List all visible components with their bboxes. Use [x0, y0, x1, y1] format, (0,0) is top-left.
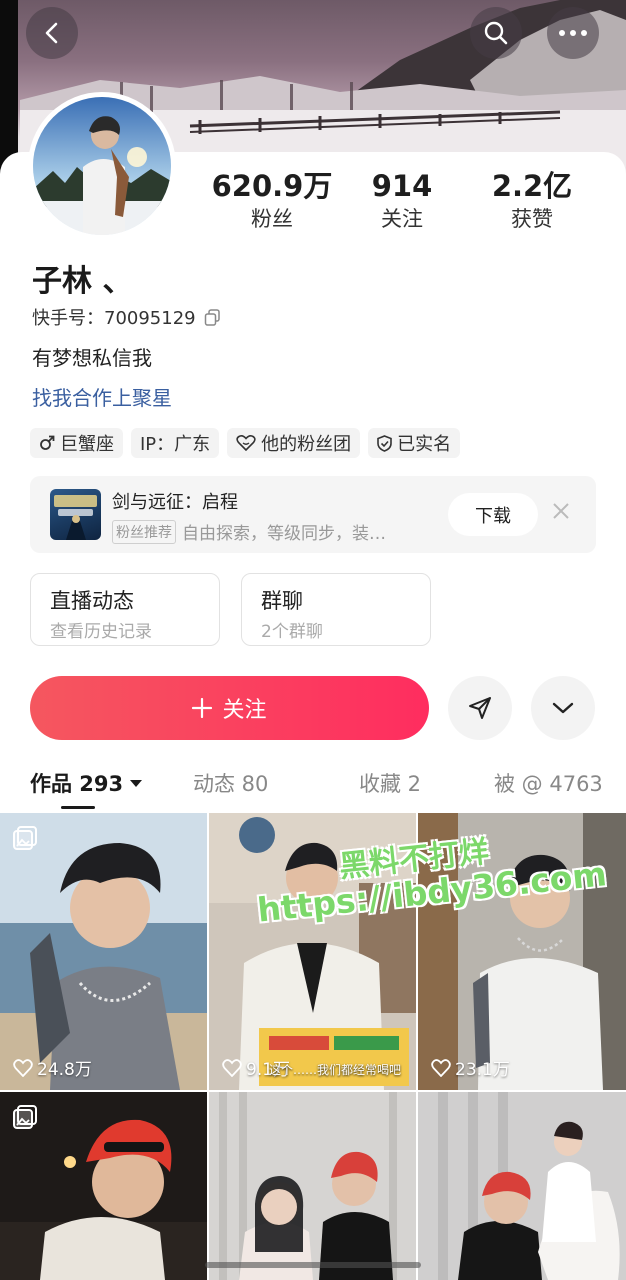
following-stat[interactable]: 914 关注 — [332, 168, 472, 234]
promo-title: 剑与远征：启程 — [112, 492, 238, 513]
download-button[interactable]: 下载 — [448, 493, 538, 536]
profile-bio: 有梦想私信我 — [32, 346, 152, 370]
likes-count: 2.2亿 — [491, 169, 573, 203]
video-tile[interactable] — [0, 1092, 207, 1280]
likes-stat[interactable]: 2.2亿 获赞 — [462, 168, 602, 234]
group-chat-box[interactable]: 群聊 2个群聊 — [241, 573, 431, 646]
back-button[interactable] — [26, 7, 78, 59]
following-label: 关注 — [381, 207, 423, 231]
close-icon[interactable] — [552, 502, 570, 520]
expand-button[interactable] — [531, 676, 595, 740]
tag-verified-text: 已实名 — [397, 434, 452, 455]
fans-count: 620.9万 — [211, 169, 333, 203]
fans-label: 粉丝 — [251, 207, 293, 231]
like-heart-icon — [222, 1058, 242, 1077]
promo-badge: 粉丝推荐 — [112, 519, 176, 544]
video-tile[interactable]: 23.1万 — [418, 813, 626, 1090]
likes-label: 获赞 — [511, 207, 553, 231]
video-thumbnail — [209, 813, 416, 1090]
like-heart-icon — [13, 1058, 33, 1077]
video-caption: 这个……我们都经常喝吧 — [269, 1063, 402, 1077]
video-likes: 24.8万 — [13, 1055, 92, 1080]
promo-subtitle: 粉丝推荐 自由探索，等级同步，装… — [112, 519, 386, 544]
tab-underline — [61, 806, 95, 809]
tag-ip-text: IP：广东 — [140, 434, 211, 455]
home-indicator[interactable] — [205, 1262, 421, 1268]
following-count: 914 — [371, 169, 433, 203]
video-likes: 23.1万 — [431, 1055, 510, 1080]
tab-moments[interactable]: 动态 80 — [193, 768, 268, 798]
video-tile[interactable] — [209, 1092, 416, 1280]
more-dots-icon — [559, 30, 587, 36]
tab-works-label: 作品 293 — [30, 772, 124, 796]
like-heart-icon — [431, 1058, 451, 1077]
video-likes-count: 24.8万 — [37, 1060, 92, 1080]
live-history-box[interactable]: 直播动态 查看历史记录 — [30, 573, 220, 646]
video-tile[interactable]: 9.1万 这个……我们都经常喝吧 — [209, 813, 416, 1090]
tag-fan-club[interactable]: 他的粉丝团 — [227, 428, 361, 458]
tab-mentions[interactable]: 被 @ 4763 — [494, 768, 603, 798]
send-message-button[interactable] — [448, 676, 512, 740]
caret-down-icon — [130, 780, 143, 787]
tag-constellation-text: 巨蟹座 — [60, 434, 114, 455]
follow-label: 关注 — [222, 698, 267, 723]
game-promo-card[interactable]: 剑与远征：启程 粉丝推荐 自由探索，等级同步，装… 下载 — [30, 476, 596, 553]
profile-tags: 巨蟹座 IP：广东 他的粉丝团 已实名 — [30, 428, 461, 458]
promo-desc: 自由探索，等级同步，装… — [182, 524, 386, 544]
content-tabs: 作品 293 动态 80 收藏 2 被 @ 4763 — [0, 762, 626, 812]
avatar-image — [33, 97, 171, 235]
tag-verified[interactable]: 已实名 — [368, 428, 461, 458]
game-icon — [50, 489, 101, 540]
live-history-title: 直播动态 — [50, 589, 134, 613]
verified-shield-icon — [377, 434, 392, 452]
video-thumbnail — [209, 1092, 416, 1280]
multi-image-icon — [13, 1105, 37, 1129]
profile-stats: 620.9万 粉丝 914 关注 2.2亿 获赞 — [200, 168, 620, 240]
tab-collections[interactable]: 收藏 2 — [359, 768, 421, 798]
profile-name: 子林 、 — [32, 264, 133, 299]
group-chat-title: 群聊 — [261, 589, 303, 613]
follow-button[interactable]: 关注 — [30, 676, 429, 740]
tag-fan-club-text: 他的粉丝团 — [261, 434, 352, 455]
video-likes-count: 23.1万 — [455, 1060, 510, 1080]
live-history-sub: 查看历史记录 — [50, 622, 152, 642]
male-icon — [40, 435, 55, 450]
tag-constellation[interactable]: 巨蟹座 — [30, 428, 123, 458]
multi-image-icon — [13, 826, 37, 850]
avatar[interactable] — [28, 92, 176, 240]
cooperation-link[interactable]: 找我合作上聚星 — [32, 382, 172, 411]
video-thumbnail — [418, 813, 626, 1090]
video-tile[interactable] — [418, 1092, 626, 1280]
video-thumbnail — [0, 813, 207, 1090]
chevron-down-icon — [552, 702, 574, 714]
copy-icon[interactable] — [204, 308, 221, 326]
tag-ip: IP：广东 — [131, 428, 220, 458]
back-arrow-icon — [45, 22, 58, 44]
heart-icon — [236, 435, 256, 451]
video-thumbnail — [418, 1092, 626, 1280]
tab-works[interactable]: 作品 293 — [30, 768, 143, 798]
video-tile[interactable]: 24.8万 — [0, 813, 207, 1090]
kuaishou-id: 快手号：70095129 — [32, 304, 221, 330]
search-button[interactable] — [470, 7, 522, 59]
kuaishou-id-text: 快手号：70095129 — [32, 308, 196, 329]
game-icon-art — [54, 495, 97, 540]
send-icon — [469, 697, 491, 719]
fans-stat[interactable]: 620.9万 粉丝 — [202, 168, 342, 234]
plus-icon — [192, 698, 213, 718]
group-chat-sub: 2个群聊 — [261, 622, 323, 642]
more-button[interactable] — [547, 7, 599, 59]
search-icon — [484, 21, 508, 45]
video-grid: 24.8万 9.1万 这个……我们都经常喝吧 23.1万 — [0, 813, 626, 1280]
